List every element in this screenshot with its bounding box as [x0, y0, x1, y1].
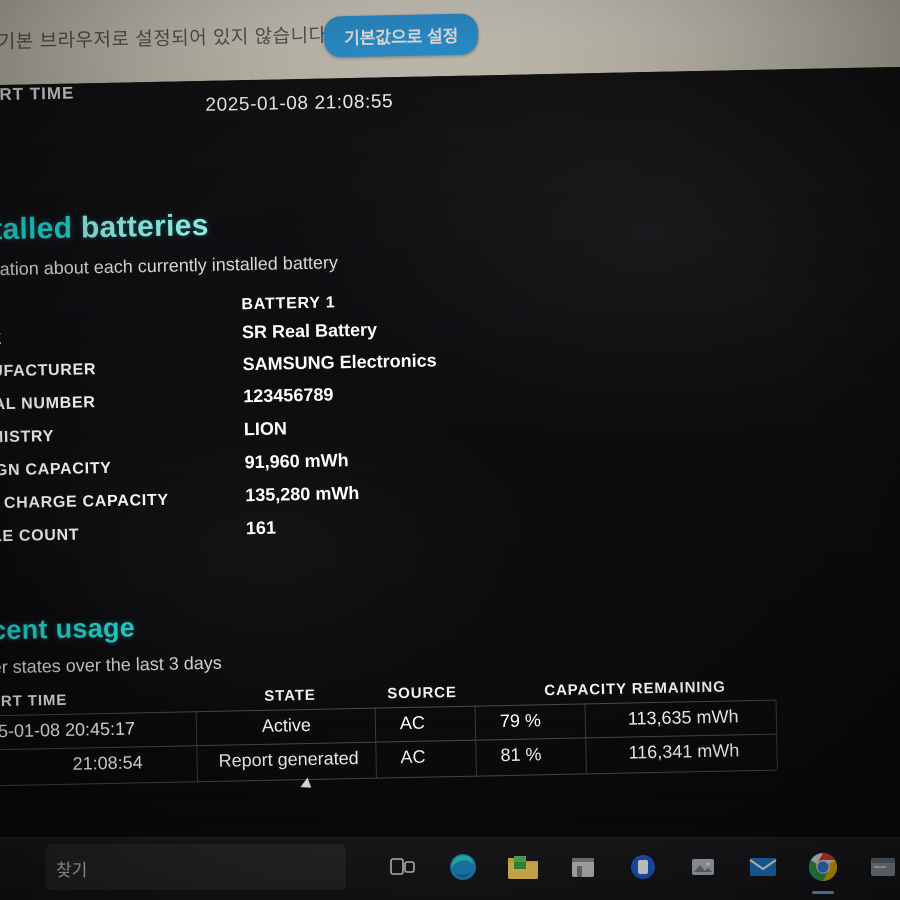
row2-start-time: 21:08:54 — [72, 752, 143, 774]
table-divider-1 — [195, 711, 198, 782]
table-divider-5 — [775, 699, 778, 770]
battery-1-column-header: BATTERY 1 — [241, 294, 336, 314]
row1-start-time: 2025-01-08 20:45:17 — [0, 718, 136, 742]
installed-batteries-heading-word1: Installed — [0, 211, 73, 248]
installed-batteries-heading-word2: batteries — [80, 208, 209, 245]
row2-source: AC — [400, 746, 426, 768]
col-header-capacity-remaining: CAPACITY REMAINING — [544, 678, 726, 700]
row1-state: Active — [261, 714, 312, 736]
installed-batteries-table: BATTERY 1 NAME SR Real Battery MANUFACTU… — [0, 284, 851, 546]
monitor-screen: 이 기본 브라우저로 설정되어 있지 않습니다 기본값으로 설정 REPORT … — [0, 0, 900, 880]
task-view-icon[interactable] — [380, 844, 426, 890]
row1-source: AC — [399, 712, 426, 734]
col-header-source: SOURCE — [387, 683, 458, 703]
installed-batteries-heading: Installed batteries — [0, 209, 209, 248]
col-header-state: STATE — [264, 686, 316, 705]
set-default-button[interactable]: 기본값으로 설정 — [323, 13, 479, 58]
taskbar-search-text: 찾기 — [56, 861, 88, 880]
phone-link-icon[interactable] — [620, 844, 666, 890]
report-time-label: REPORT TIME — [0, 83, 75, 106]
row-value-design-capacity: 91,960 mWh — [244, 450, 349, 473]
row2-state: Report generated — [218, 747, 359, 771]
row-label-serial-number: SERIAL NUMBER — [0, 394, 96, 415]
window-icon[interactable] — [860, 844, 900, 890]
battery-report-page: REPORT TIME 2025-01-08 21:08:55 Installe… — [0, 66, 900, 856]
infobar-message: 이 기본 브라우저로 설정되어 있지 않습니다 — [0, 25, 327, 54]
windows-taskbar: 찾기 — [0, 837, 900, 900]
row1-percent: 79 % — [499, 710, 542, 732]
row2-capacity: 116,341 mWh — [628, 740, 740, 763]
store-icon[interactable] — [560, 844, 606, 890]
col-header-start-time: START TIME — [0, 691, 68, 711]
row-label-cycle-count: CYCLE COUNT — [0, 526, 80, 547]
row-value-manufacturer: SAMSUNG Electronics — [242, 350, 437, 375]
installed-batteries-subtitle: Information about each currently install… — [0, 252, 339, 281]
row-label-name: NAME — [0, 331, 3, 350]
row-value-serial-number: 123456789 — [243, 384, 334, 407]
row2-percent: 81 % — [500, 744, 542, 766]
table-divider-2 — [374, 707, 377, 778]
photos-icon[interactable] — [680, 844, 726, 890]
chrome-icon[interactable] — [800, 844, 846, 894]
taskbar-search-box[interactable]: 찾기 — [46, 844, 346, 890]
row-value-full-charge-capacity: 135,280 mWh — [245, 482, 360, 506]
row-label-full-charge-capacity: FULL CHARGE CAPACITY — [0, 491, 169, 513]
row-value-name: SR Real Battery — [241, 319, 378, 343]
recent-usage-subtitle: Power states over the last 3 days — [0, 652, 222, 679]
table-divider-3 — [474, 705, 477, 776]
table-divider-4 — [584, 703, 587, 774]
mail-icon[interactable] — [740, 844, 786, 890]
row1-capacity: 113,635 mWh — [627, 706, 739, 729]
edge-icon[interactable] — [440, 844, 486, 890]
row-label-design-capacity: DESIGN CAPACITY — [0, 459, 112, 481]
row-label-manufacturer: MANUFACTURER — [0, 361, 97, 382]
row-label-chemistry: CHEMISTRY — [0, 428, 55, 448]
report-time-value: 2025-01-08 21:08:55 — [205, 91, 394, 116]
file-explorer-icon[interactable] — [500, 844, 546, 890]
photographed-screen: 이 기본 브라우저로 설정되어 있지 않습니다 기본값으로 설정 REPORT … — [0, 0, 900, 900]
row-value-cycle-count: 161 — [245, 517, 277, 539]
recent-usage-heading: Recent usage — [0, 612, 136, 647]
taskbar-icon-strip — [380, 844, 900, 894]
recent-usage-table: START TIME STATE SOURCE CAPACITY REMAINI… — [0, 677, 809, 788]
row-value-chemistry: LION — [243, 418, 288, 440]
